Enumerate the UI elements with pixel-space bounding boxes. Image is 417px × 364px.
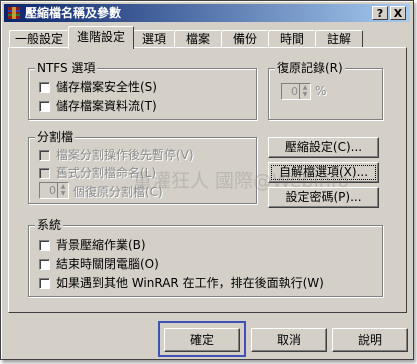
shutdown-when-done-checkbox[interactable]: 結束時關閉電腦(O) [39, 257, 159, 271]
tab-backup[interactable]: 備份 [221, 30, 269, 48]
watermark-text: 重灌狂人 國際@Webinfo [133, 170, 350, 192]
ntfs-options-group: NTFS 選項 儲存檔案安全性(S) 儲存檔案資料流(T) [28, 61, 257, 120]
spinner-arrows[interactable]: ▲ ▼ [57, 183, 68, 198]
checkbox-box [39, 240, 50, 251]
title-bar[interactable]: 壓縮檔名稱及參數 ? X [4, 4, 410, 22]
save-streams-checkbox[interactable]: 儲存檔案資料流(T) [39, 99, 157, 113]
checkbox-box [39, 82, 50, 93]
recovery-unit: % [315, 84, 327, 98]
window-title: 壓縮檔名稱及參數 [25, 6, 122, 20]
recovery-record-group: 復原記錄(R) 0 ▲ ▼ % [268, 61, 383, 120]
ntfs-group-title: NTFS 選項 [35, 61, 98, 75]
checkbox-box [39, 168, 50, 179]
close-title-button[interactable]: X [390, 6, 406, 20]
save-security-checkbox[interactable]: 儲存檔案安全性(S) [39, 80, 157, 94]
tab-advanced[interactable]: 進階設定 [68, 26, 134, 49]
checkbox-box [39, 101, 50, 112]
compression-settings-button[interactable]: 壓縮設定(C)... [268, 137, 379, 158]
system-group: 系統 背景壓縮作業(B) 結束時關閉電腦(O) 如果遇到其他 WinRAR 在工… [28, 218, 383, 297]
tab-time[interactable]: 時間 [268, 30, 316, 48]
highlight-annotation-box [158, 321, 246, 357]
checkbox-box [39, 150, 50, 161]
system-group-title: 系統 [35, 218, 64, 232]
spinner-arrows[interactable]: ▲ ▼ [299, 84, 310, 99]
checkbox-box [39, 259, 50, 270]
help-title-button[interactable]: ? [372, 6, 388, 20]
checkbox-box [39, 278, 50, 289]
tab-comment[interactable]: 註解 [315, 30, 363, 48]
help-button[interactable]: 說明 [332, 328, 408, 352]
wait-other-winrar-checkbox[interactable]: 如果遇到其他 WinRAR 在工作，排在後面執行(W) [39, 276, 324, 290]
dialog-window: 壓縮檔名稱及參數 ? X 一般設定 進階設定 選項 檔案 備份 時間 註解 NT… [0, 0, 414, 360]
recovery-volumes-spinner[interactable]: 0 ▲ ▼ [39, 182, 69, 199]
recovery-group-title: 復原記錄(R) [275, 61, 345, 75]
background-archiving-checkbox[interactable]: 背景壓縮作業(B) [39, 238, 146, 252]
recovery-spinner[interactable]: 0 ▲ ▼ [281, 83, 311, 100]
tab-general[interactable]: 一般設定 [9, 30, 69, 48]
split-group-title: 分割檔 [35, 130, 76, 144]
tab-options[interactable]: 選項 [133, 30, 175, 48]
pause-after-split-checkbox[interactable]: 檔案分割操作後先暫停(V) [39, 148, 194, 162]
cancel-button[interactable]: 取消 [251, 328, 327, 352]
winrar-app-icon [8, 7, 20, 19]
tab-files[interactable]: 檔案 [174, 30, 222, 48]
